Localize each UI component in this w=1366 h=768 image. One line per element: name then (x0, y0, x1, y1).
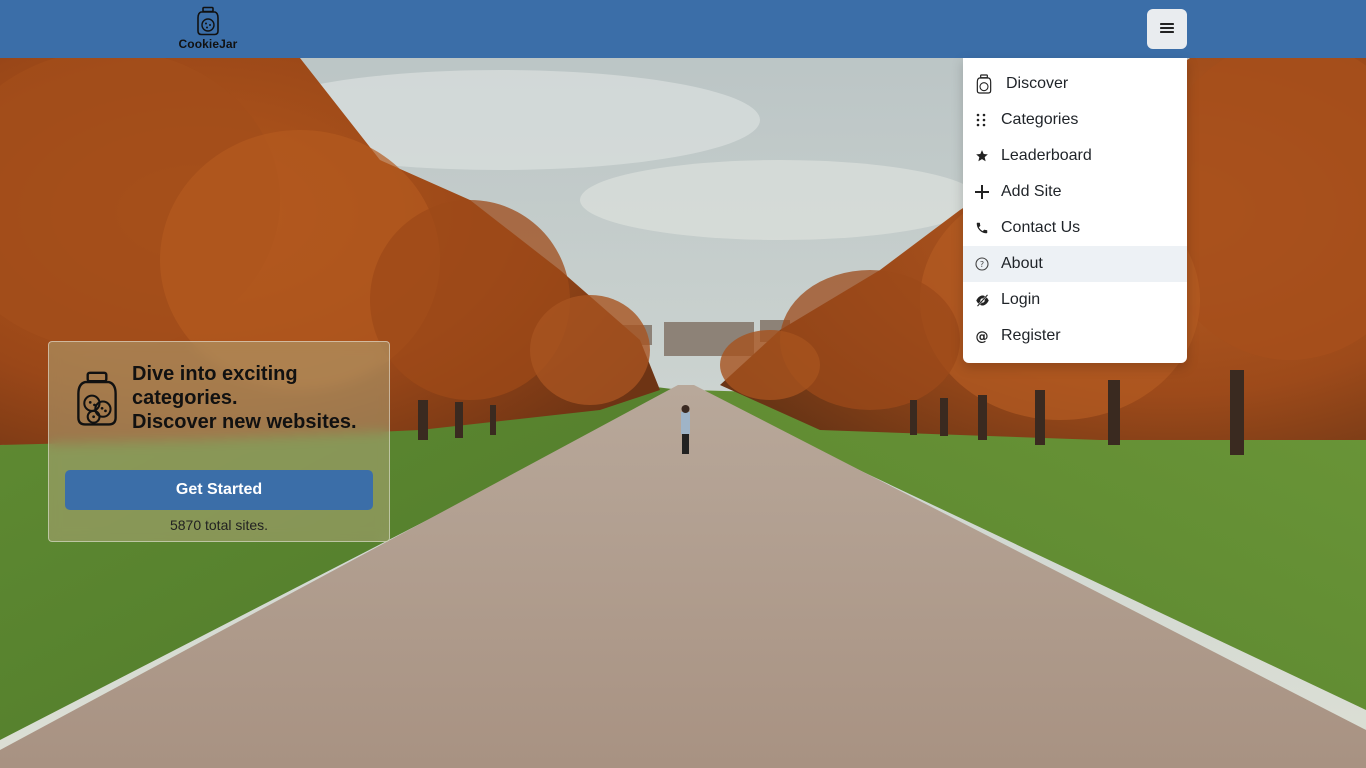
question-circle-icon: ? (975, 255, 1001, 273)
brand-name: CookieJar (178, 37, 238, 51)
top-navbar: CookieJar (0, 0, 1366, 58)
menu-toggle-button[interactable] (1147, 9, 1187, 49)
menu-item-contact-us[interactable]: Contact Us (963, 210, 1187, 246)
menu-item-categories[interactable]: Categories (963, 102, 1187, 138)
get-started-button[interactable]: Get Started (65, 470, 373, 510)
menu-item-leaderboard[interactable]: Leaderboard (963, 138, 1187, 174)
menu-item-label: About (1001, 255, 1043, 272)
menu-item-label: Categories (1001, 111, 1079, 128)
menu-item-label: Login (1001, 291, 1041, 308)
svg-text:@: @ (976, 330, 989, 344)
menu-item-label: Discover (1006, 75, 1069, 92)
hero-heading-line: Dive into exciting (132, 363, 298, 385)
cookie-jar-icon (176, 6, 240, 36)
menu-item-label: Register (1001, 327, 1061, 344)
at-sign-icon: @ (975, 327, 1001, 345)
star-icon (975, 147, 1001, 165)
svg-text:?: ? (980, 260, 984, 269)
brand-logo[interactable]: CookieJar (176, 6, 240, 51)
menu-item-login[interactable]: Login (963, 282, 1187, 318)
hero-heading-line: Discover new websites. (132, 411, 357, 433)
menu-item-register[interactable]: @ Register (963, 318, 1187, 354)
hero-card: Dive into exciting categories. Discover … (48, 341, 390, 542)
eye-slash-icon (975, 291, 1001, 309)
grid-dots-icon (975, 111, 1001, 129)
menu-item-discover[interactable]: Discover (963, 66, 1187, 102)
plus-icon (975, 183, 1001, 201)
phone-icon (975, 219, 1001, 237)
nav-dropdown-menu: Discover Categories Leaderboard Add Site (963, 58, 1187, 363)
menu-item-label: Contact Us (1001, 219, 1081, 236)
total-sites-count: 5870 total sites. (169, 517, 269, 533)
menu-item-about[interactable]: ? About (963, 246, 1187, 282)
hamburger-menu-icon (1160, 22, 1174, 37)
menu-item-label: Leaderboard (1001, 147, 1092, 164)
menu-item-label: Add Site (1001, 183, 1062, 200)
hero-heading: Dive into exciting categories. Discover … (132, 362, 382, 434)
cookie-jar-icon (975, 74, 1006, 94)
cookie-jar-icon (75, 370, 119, 433)
menu-item-add-site[interactable]: Add Site (963, 174, 1187, 210)
hero-heading-line: categories. (132, 387, 238, 409)
